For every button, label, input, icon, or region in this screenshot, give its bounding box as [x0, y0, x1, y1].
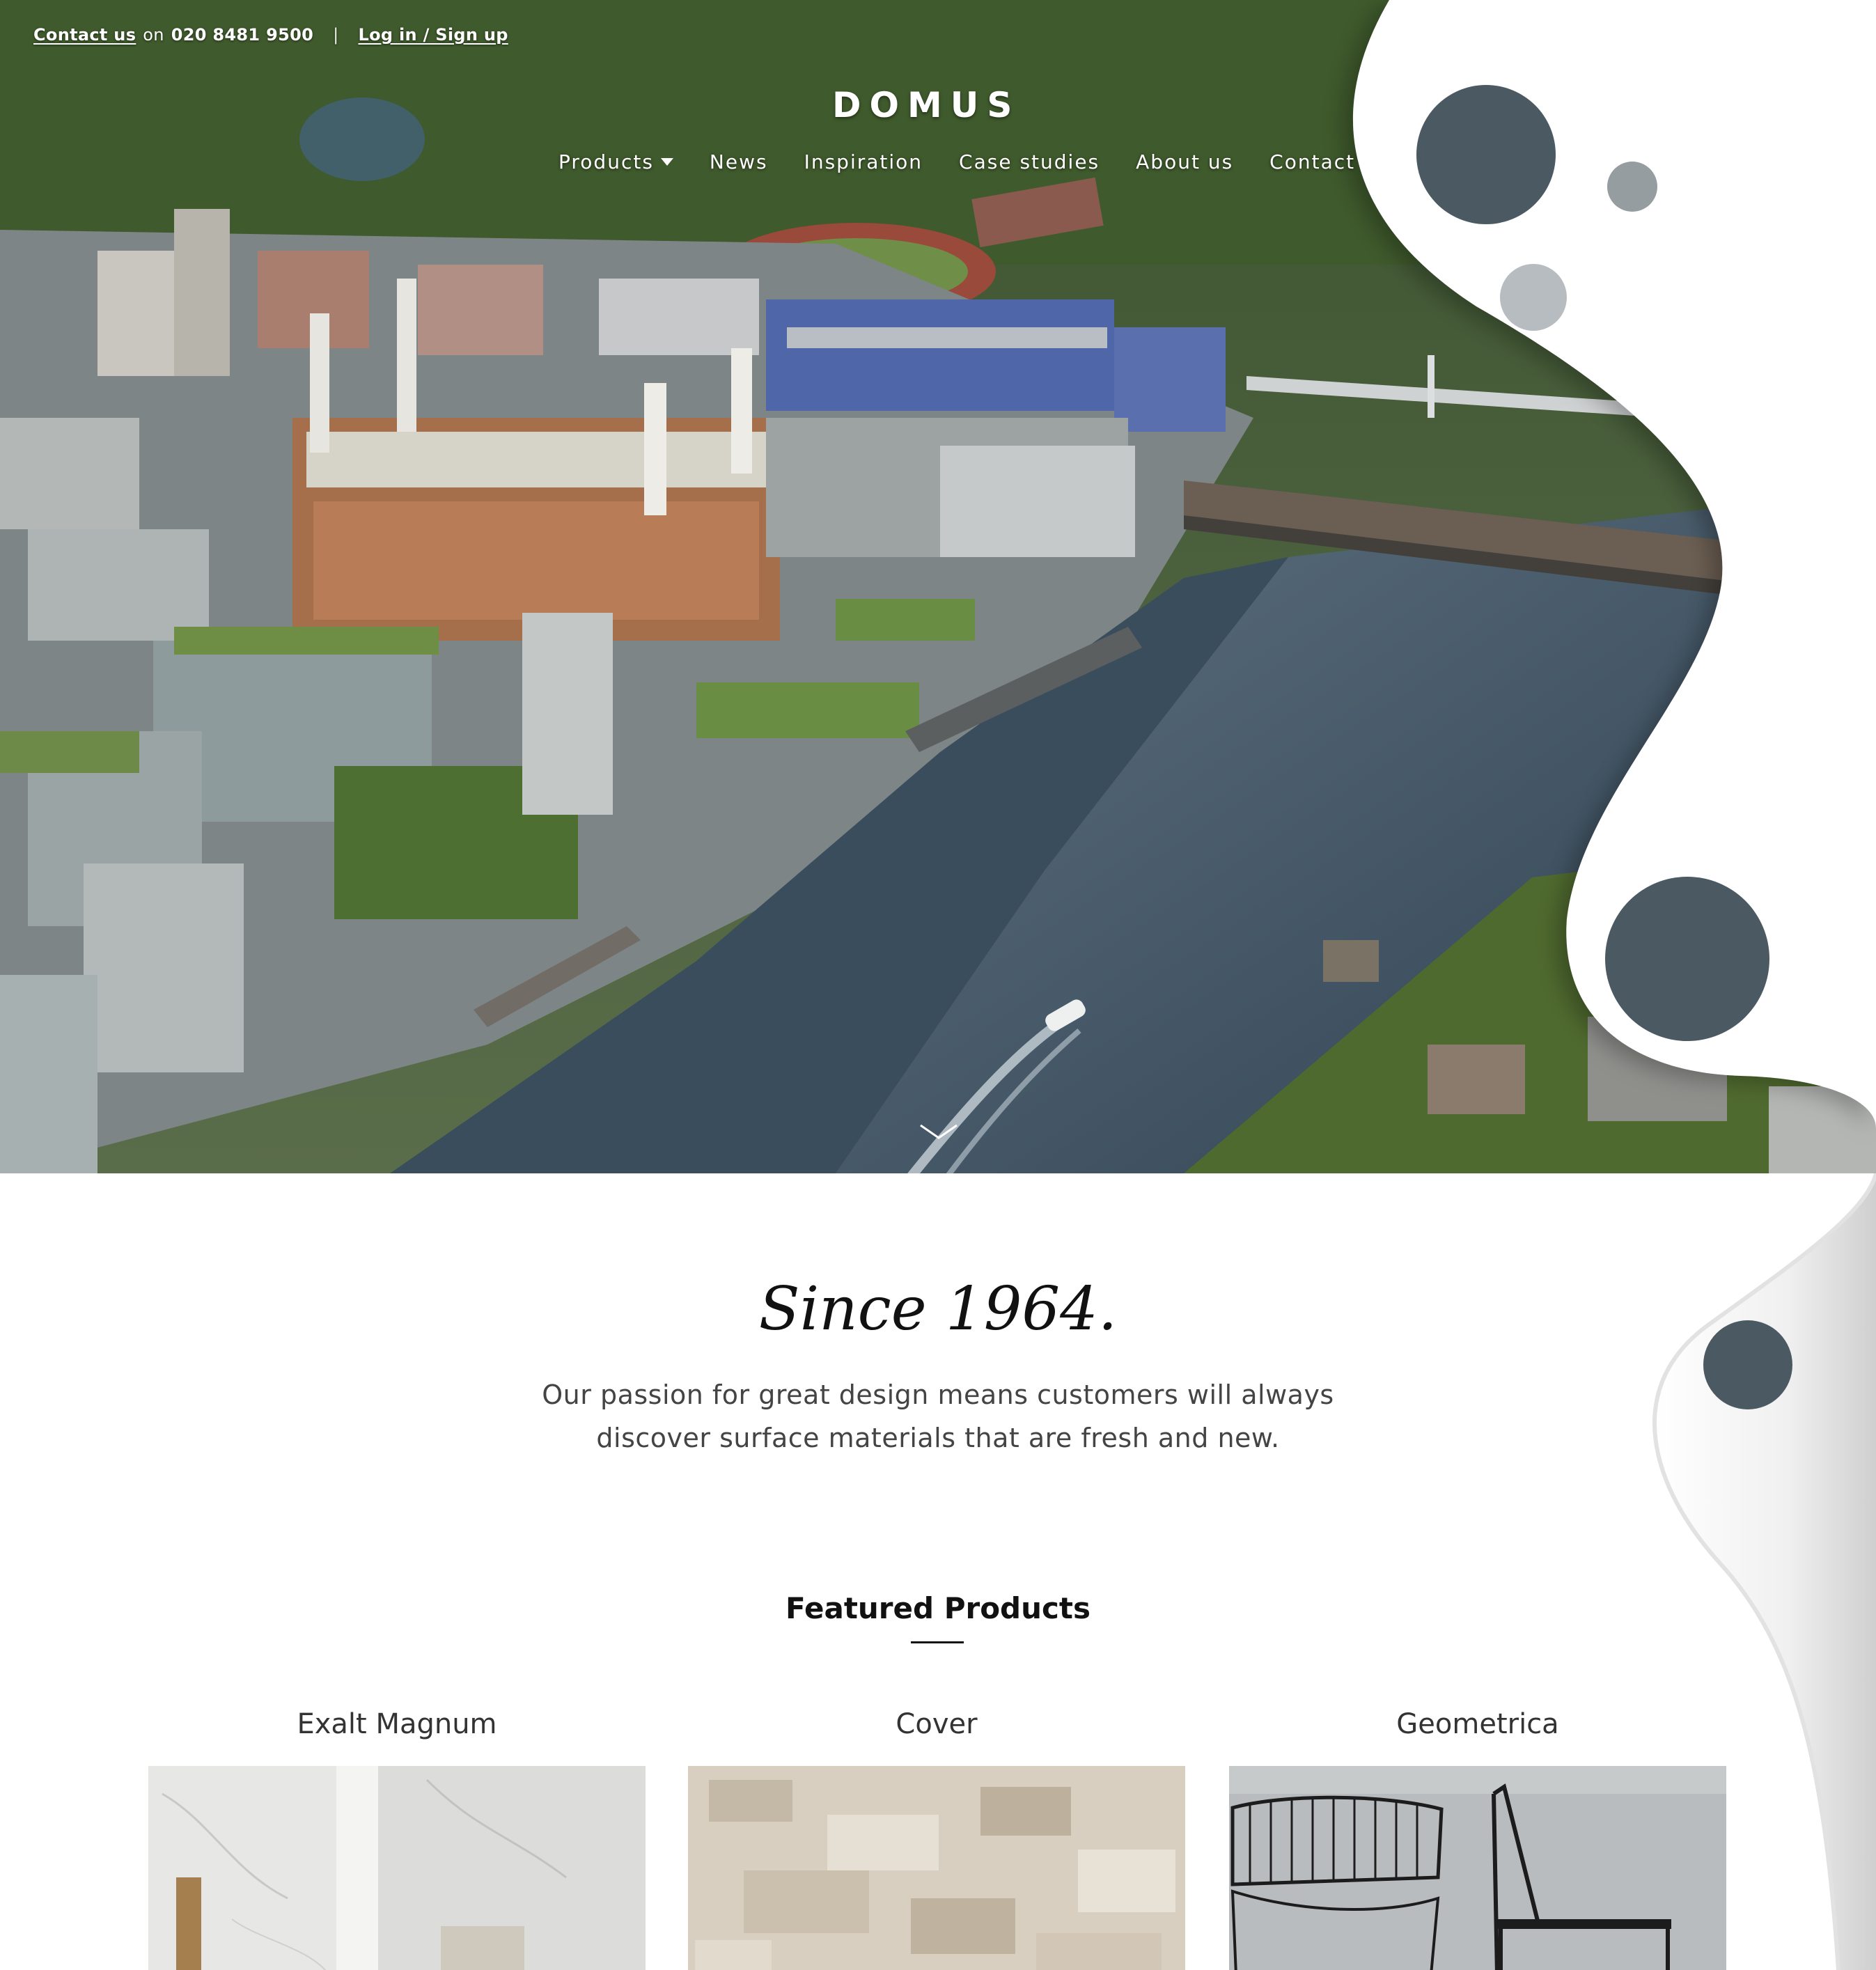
hero-section: Contact us on 020 8481 9500 | Log in / S…: [0, 0, 1876, 1173]
product-name[interactable]: Cover: [688, 1699, 1185, 1749]
domus-homepage: Contact us on 020 8481 9500 | Log in / S…: [0, 0, 1876, 1970]
dot-small: [1607, 162, 1657, 212]
featured-title-underline: [911, 1641, 964, 1643]
tagline-line-2: discover surface materials that are fres…: [596, 1423, 1280, 1453]
wire-chairs-image: [1229, 1766, 1726, 1970]
dot-large: [1416, 85, 1556, 224]
product-name[interactable]: Geometrica: [1229, 1699, 1726, 1749]
product-image-cover[interactable]: [688, 1766, 1185, 1970]
marble-tile-image: [148, 1766, 646, 1970]
product-image-geometrica[interactable]: [1229, 1766, 1726, 1970]
product-image-marble[interactable]: [148, 1766, 646, 1970]
camouflage-texture-image: [688, 1766, 1185, 1970]
intro-tagline: Our passion for great design means custo…: [451, 1373, 1425, 1460]
product-name[interactable]: Exalt Magnum: [148, 1699, 646, 1749]
product-card-exalt-magnum[interactable]: Exalt Magnum: [148, 1699, 646, 1970]
hero-decorative-dots: [1416, 85, 1769, 1041]
dot-large-lower: [1605, 877, 1769, 1041]
chevron-down-icon[interactable]: [918, 1121, 960, 1142]
product-card-geometrica[interactable]: Geometrica: [1229, 1699, 1726, 1970]
product-card-cover[interactable]: Cover: [688, 1699, 1185, 1970]
featured-products-title: Featured Products: [785, 1591, 1091, 1625]
since-heading: Since 1964.: [758, 1274, 1118, 1344]
dot-light: [1500, 264, 1567, 331]
tagline-line-1: Our passion for great design means custo…: [542, 1379, 1334, 1410]
